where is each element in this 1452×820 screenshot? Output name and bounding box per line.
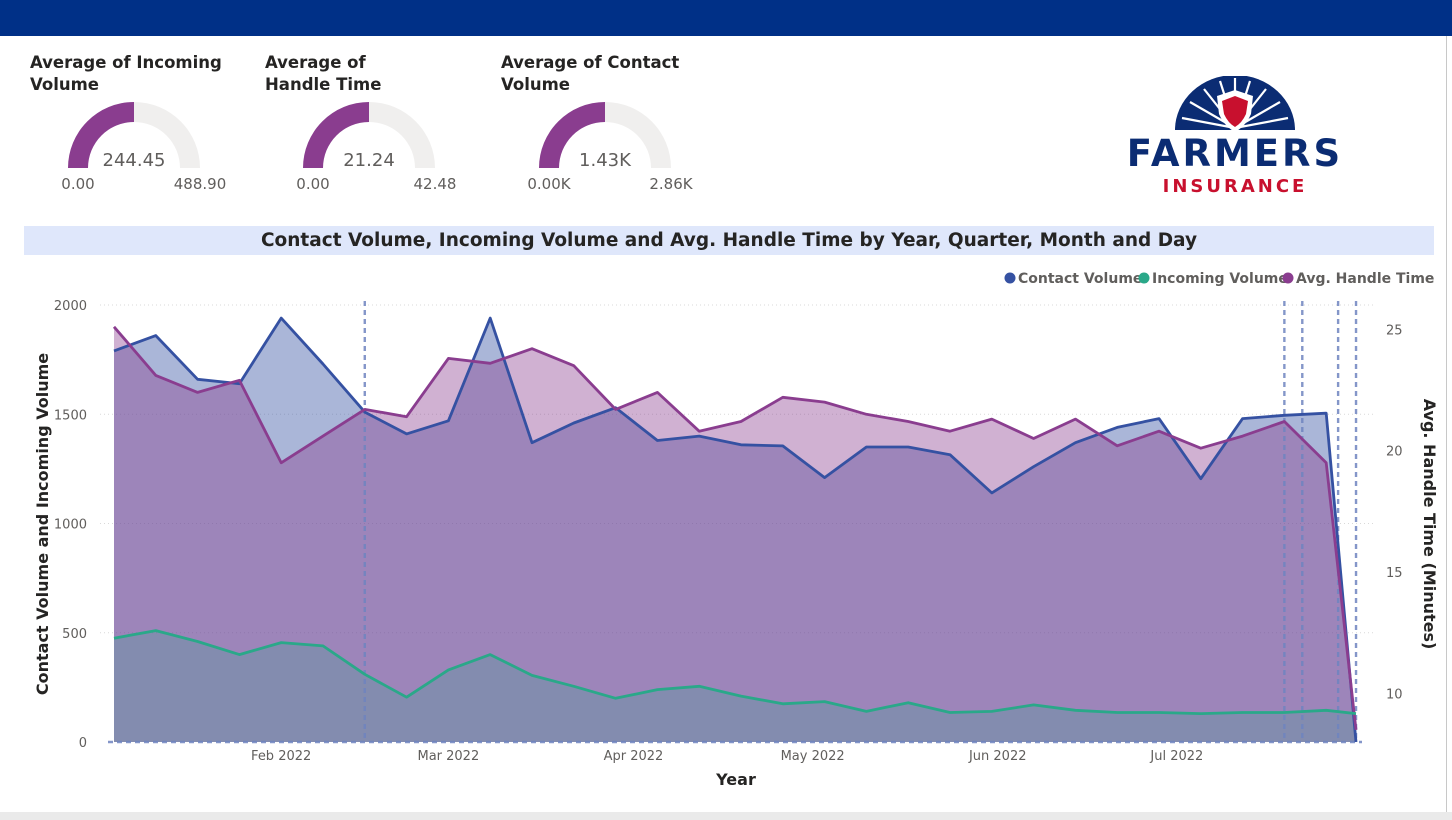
chart-legend: Contact Volume Incoming Volume Avg. Handle… [1004, 271, 1435, 287]
gauge-max: 2.86K [649, 175, 693, 193]
page-edge-divider [1446, 36, 1447, 812]
gauge-card-contact[interactable]: Average of Contact Volume 1.43K 0.00K 2.86… [501, 52, 716, 202]
x-tick-label: Jun 2022 [968, 749, 1027, 764]
x-tick-label: Apr 2022 [604, 749, 664, 764]
gauge-incoming: 244.45 0.00 488.90 [61, 102, 227, 193]
gauge-max: 488.90 [174, 175, 227, 193]
gauge-min: 0.00 [61, 175, 94, 193]
gauge-value: 1.43K [579, 150, 632, 171]
gauge-min: 0.00K [527, 175, 571, 193]
y2-tick-label: 20 [1386, 445, 1403, 460]
y-axis-title: Contact Volume and Incoming Volume [33, 353, 52, 695]
legend-item[interactable]: Contact Volume [1004, 271, 1143, 287]
x-tick-label: Jul 2022 [1149, 749, 1203, 764]
page-footer-band [0, 812, 1452, 820]
legend-marker [1004, 272, 1016, 284]
y-tick-label: 500 [62, 627, 87, 642]
y2-tick-label: 10 [1386, 687, 1403, 702]
x-tick-label: May 2022 [781, 749, 845, 764]
gauge-value: 244.45 [103, 150, 166, 171]
y2-tick-label: 15 [1386, 566, 1403, 581]
gauge-max: 42.48 [414, 175, 457, 193]
y2-axis-title: Avg. Handle Time (Minutes) [1420, 399, 1439, 650]
legend-item[interactable]: Avg. Handle Time [1282, 271, 1435, 287]
logo-subtitle: INSURANCE [1162, 176, 1308, 197]
y-tick-label: 2000 [54, 299, 87, 314]
legend-marker [1282, 272, 1294, 284]
y-tick-label: 0 [79, 736, 87, 751]
gauge-handle-time: 21.24 0.00 42.48 [296, 102, 457, 193]
header-bar [0, 0, 1452, 36]
farmers-insurance-logo: FARMERS INSURANCE [1110, 76, 1360, 202]
logo-wordmark: FARMERS [1126, 132, 1344, 175]
y-tick-label: 1500 [54, 408, 87, 423]
legend-label: Avg. Handle Time [1296, 271, 1434, 287]
chart-title: Contact Volume, Incoming Volume and Avg.… [24, 226, 1434, 255]
y2-tick-label: 25 [1386, 323, 1403, 338]
gauge-card-handle-time[interactable]: Average of Handle Time 21.24 0.00 42.48 [265, 52, 480, 202]
x-axis-title: Year [715, 770, 756, 789]
legend-marker [1138, 272, 1150, 284]
gauge-value: 21.24 [343, 150, 395, 171]
legend-label: Incoming Volume [1152, 271, 1288, 287]
gauge-card-incoming[interactable]: Average of Incoming Volume 244.45 0.00 488… [30, 52, 245, 202]
x-tick-label: Feb 2022 [251, 749, 311, 764]
farmers-crest-icon [1175, 76, 1295, 132]
legend-item[interactable]: Incoming Volume [1138, 271, 1288, 287]
legend-label: Contact Volume [1018, 271, 1142, 287]
gauge-min: 0.00 [296, 175, 329, 193]
y-tick-label: 1000 [54, 518, 87, 533]
volume-handle-time-chart[interactable]: 0 500 1000 1500 2000 10 15 20 25 Feb 2022 Mar 2022… [0, 258, 1440, 798]
gauge-contact: 1.43K 0.00K 2.86K [527, 102, 694, 193]
x-tick-label: Mar 2022 [417, 749, 479, 764]
